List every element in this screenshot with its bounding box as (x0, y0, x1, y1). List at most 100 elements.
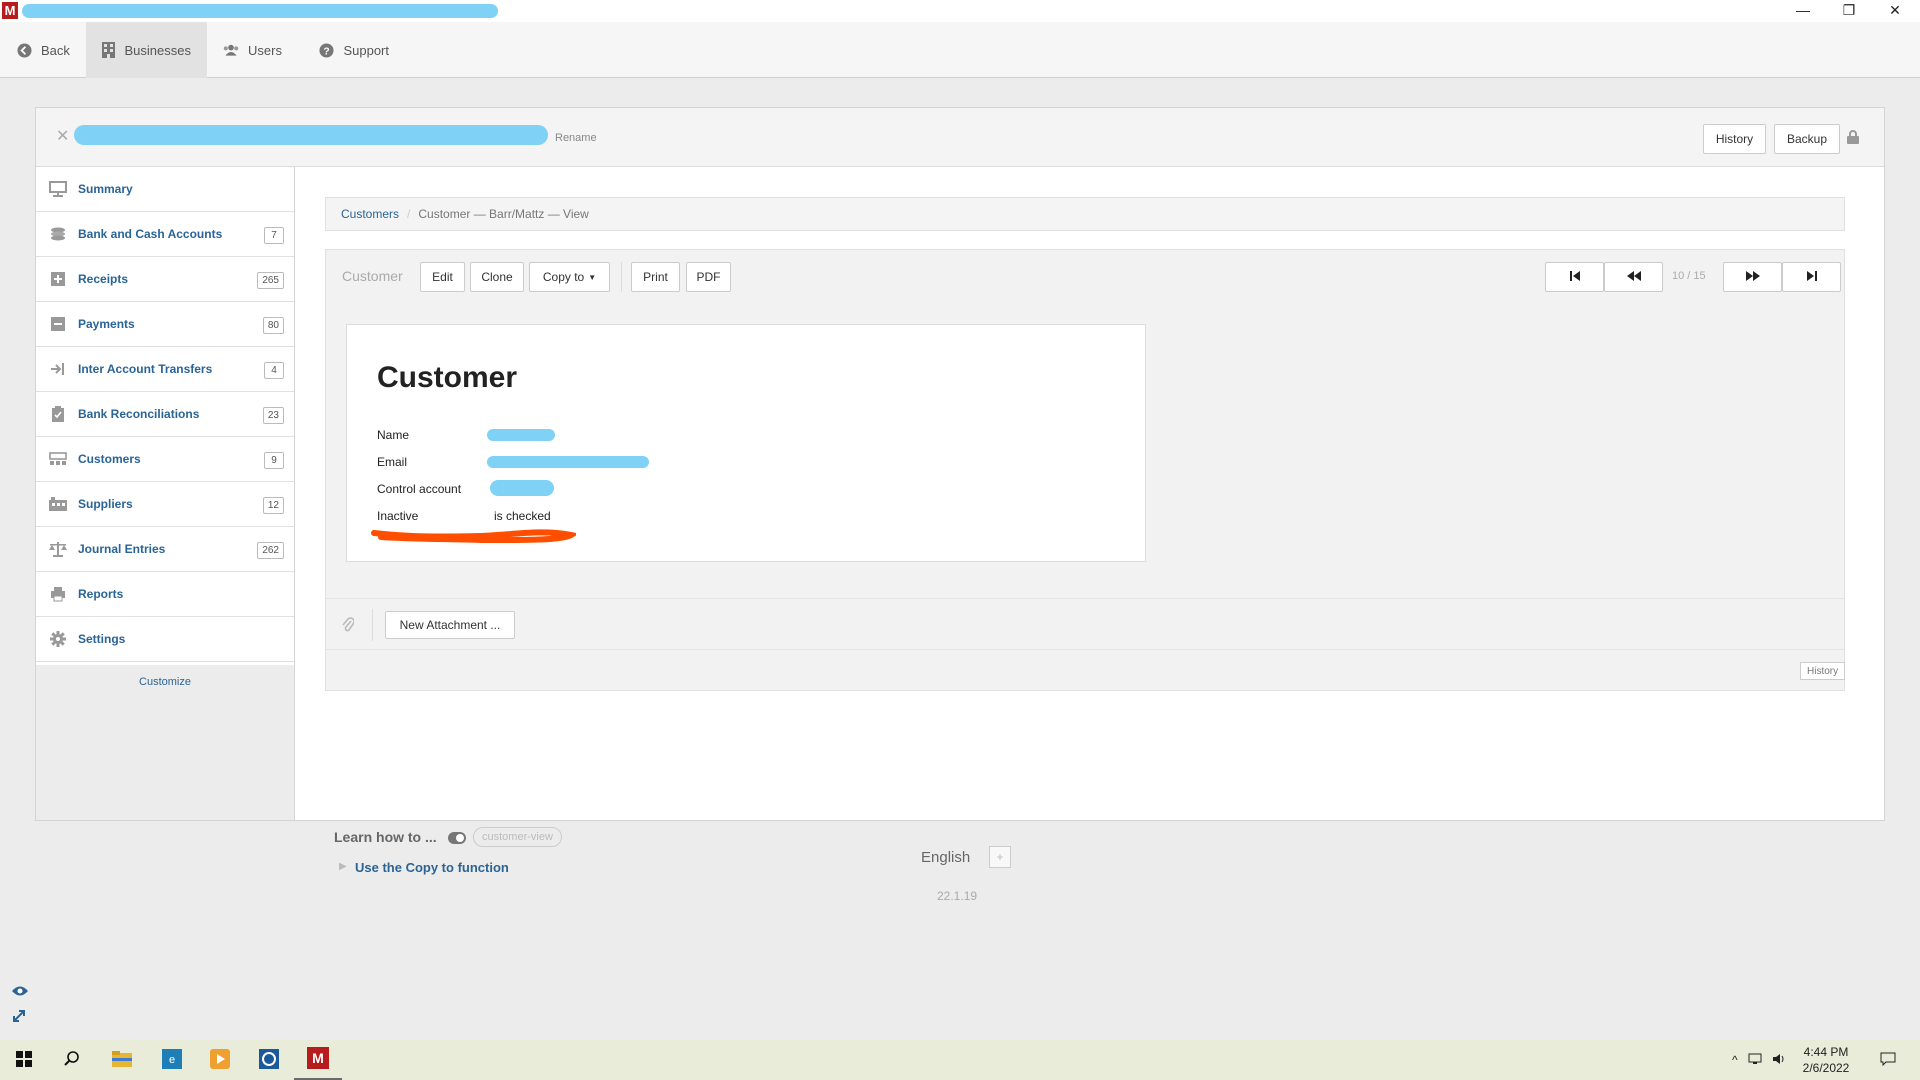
close-business-icon[interactable]: ✕ (56, 126, 69, 146)
notifications-button[interactable] (1880, 1040, 1896, 1080)
manager-app-icon: M (307, 1046, 329, 1072)
top-nav: Back Businesses Users ? Support (0, 22, 1920, 78)
nav-users-label: Users (248, 42, 282, 58)
new-attachment-button[interactable]: New Attachment ... (385, 611, 515, 639)
field-label-inactive: Inactive (377, 509, 419, 523)
building-icon (102, 42, 116, 58)
app-button-1[interactable]: e (148, 1040, 196, 1080)
svg-text:e: e (169, 1054, 175, 1066)
sidebar-item-receipts[interactable]: Receipts 265 (36, 257, 294, 302)
count-badge: 80 (262, 317, 284, 334)
sidebar-item-customers[interactable]: Customers 9 (36, 437, 294, 482)
transfer-icon (49, 360, 67, 378)
copy-to-button[interactable]: Copy to ▼ (529, 262, 610, 292)
start-button[interactable] (0, 1040, 48, 1080)
first-record-button[interactable] (1545, 262, 1604, 292)
expand-icon[interactable] (12, 1009, 28, 1025)
business-header: ✕ Rename History Backup (36, 108, 1884, 167)
search-button[interactable] (48, 1040, 96, 1080)
sidebar-item-journal-entries[interactable]: Journal Entries 262 (36, 527, 294, 572)
customers-icon (49, 450, 67, 468)
printer-icon (49, 585, 67, 603)
history-button[interactable]: History (1703, 124, 1766, 154)
count-badge: 4 (264, 362, 284, 379)
count-badge: 12 (262, 497, 284, 514)
field-label-name: Name (377, 428, 410, 442)
minimize-button[interactable]: — (1780, 0, 1826, 22)
clipboard-check-icon (49, 405, 67, 423)
sidebar-item-bank-and-cash-accounts[interactable]: Bank and Cash Accounts 7 (36, 212, 294, 257)
sidebar-item-suppliers[interactable]: Suppliers 12 (36, 482, 294, 527)
back-circle-icon (16, 42, 32, 58)
support-app-icon (259, 1048, 279, 1072)
rename-link[interactable]: Rename (555, 132, 597, 144)
breadcrumb-customers-link[interactable]: Customers (341, 207, 399, 221)
sidebar-item-inter-account-transfers[interactable]: Inter Account Transfers 4 (36, 347, 294, 392)
nav-support-label: Support (343, 42, 389, 58)
lock-icon[interactable] (1847, 130, 1859, 144)
app-button-2[interactable] (196, 1040, 244, 1080)
sidebar-item-summary[interactable]: Summary (36, 167, 294, 212)
count-badge: 265 (257, 272, 284, 289)
business-panel: ✕ Rename History Backup Summary Bank and… (35, 107, 1885, 875)
sidebar-item-label: Reports (78, 587, 124, 601)
rewind-icon (1626, 270, 1641, 284)
add-language-button[interactable]: + (989, 846, 1011, 868)
print-button[interactable]: Print (631, 262, 680, 292)
content-area: Customers / Customer — Barr/Mattz — View… (294, 167, 1884, 875)
edit-button[interactable]: Edit (420, 262, 465, 292)
redacted-control-account (490, 480, 554, 496)
next-record-button[interactable] (1723, 262, 1782, 292)
previous-record-button[interactable] (1604, 262, 1663, 292)
nav-back-label: Back (41, 42, 70, 58)
media-icon (210, 1048, 230, 1072)
nav-back[interactable]: Back (0, 22, 86, 78)
nav-users[interactable]: Users (207, 22, 303, 78)
sidebar-item-bank-reconciliations[interactable]: Bank Reconciliations 23 (36, 392, 294, 437)
view-history-button[interactable]: History (1800, 662, 1846, 680)
file-explorer-button[interactable] (98, 1040, 146, 1080)
learn-toggle[interactable] (448, 832, 466, 844)
coins-icon (49, 225, 67, 243)
clock[interactable]: 4:44 PM 2/6/2022 (1790, 1044, 1862, 1076)
search-icon (64, 1050, 80, 1070)
backup-button[interactable]: Backup (1774, 124, 1840, 154)
count-badge: 7 (264, 227, 284, 244)
last-record-button[interactable] (1782, 262, 1841, 292)
pdf-button[interactable]: PDF (686, 262, 731, 292)
manager-app-button[interactable]: M (294, 1040, 342, 1080)
suppliers-icon (49, 495, 67, 513)
learn-copy-to-link[interactable]: Use the Copy to function (355, 860, 509, 875)
taskbar: e M ^ 4:44 PM 2/6/2022 (0, 1040, 1920, 1080)
attach-divider (372, 609, 373, 641)
customize-link[interactable]: Customize (36, 676, 294, 688)
language-label[interactable]: English (921, 849, 970, 866)
sidebar-item-payments[interactable]: Payments 80 (36, 302, 294, 347)
sidebar-item-label: Inter Account Transfers (78, 362, 213, 376)
count-badge: 23 (262, 407, 284, 424)
close-window-button[interactable]: ✕ (1872, 0, 1918, 22)
restore-button[interactable]: ❐ (1826, 0, 1872, 22)
chevron-up-icon[interactable]: ^ (1732, 1053, 1738, 1067)
clock-date: 2/6/2022 (1802, 1061, 1850, 1075)
field-label-control-account: Control account (377, 482, 462, 496)
last-icon (1806, 270, 1817, 284)
sidebar-item-label: Suppliers (78, 497, 133, 511)
nav-businesses[interactable]: Businesses (86, 22, 207, 78)
caret-right-icon: ▶ (339, 861, 347, 872)
sidebar-item-reports[interactable]: Reports (36, 572, 294, 617)
notification-icon (1880, 1052, 1896, 1069)
eye-icon[interactable] (11, 985, 29, 999)
attachments-bar: New Attachment ... (326, 598, 1844, 650)
network-icon[interactable] (1748, 1053, 1762, 1068)
volume-icon[interactable] (1772, 1053, 1786, 1068)
app-button-3[interactable] (245, 1040, 293, 1080)
clone-button[interactable]: Clone (470, 262, 524, 292)
sidebar-item-settings[interactable]: Settings (36, 617, 294, 662)
sidebar-item-label: Journal Entries (78, 542, 166, 556)
learn-tag: customer-view (473, 827, 562, 847)
nav-support[interactable]: ? Support (303, 22, 405, 78)
pager-count: 10 / 15 (1672, 270, 1706, 282)
document-title: Customer (377, 361, 518, 394)
redacted-business-name (74, 125, 548, 145)
